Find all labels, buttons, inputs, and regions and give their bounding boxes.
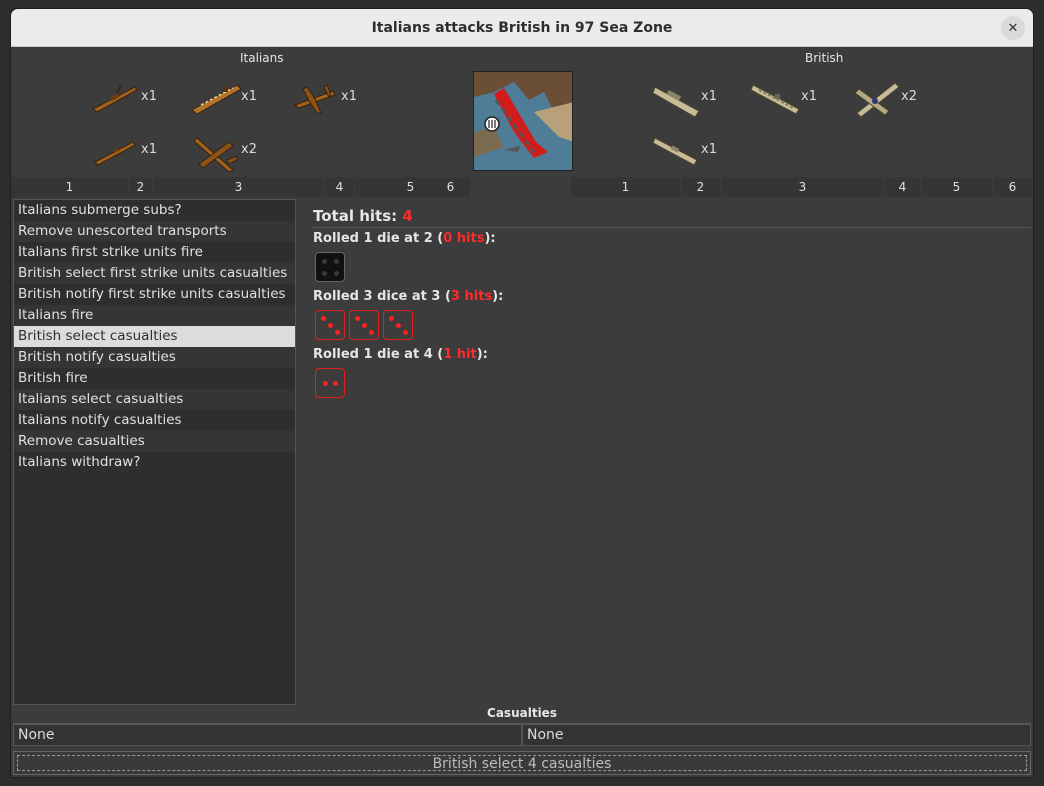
roll-suffix: ): (492, 289, 504, 304)
battle-window: Italians attacks British in 97 Sea Zone … (10, 8, 1034, 778)
die-columns-row: 1 2 3 4 5 6 1 2 3 4 5 6 (11, 177, 1033, 197)
action-button-label: British select 4 casualties (17, 755, 1027, 772)
step-item[interactable]: Italians first strike units fire (14, 242, 295, 263)
roll-hits: 3 hits (450, 289, 493, 304)
roll-prefix: Rolled 3 dice at 3 ( (313, 289, 451, 304)
unit-count: x1 (701, 89, 717, 104)
battle-steps-list[interactable]: Italians submerge subs? Remove unescorte… (13, 199, 296, 705)
attacker-die-3: 3 (153, 177, 325, 197)
sea-zone-map (473, 71, 573, 171)
defender-die-1: 1 (571, 177, 681, 197)
title-bar: Italians attacks British in 97 Sea Zone … (11, 9, 1033, 47)
step-item[interactable]: Remove unescorted transports (14, 221, 295, 242)
step-item[interactable]: Remove casualties (14, 431, 295, 452)
defender-die-2: 2 (681, 177, 721, 197)
defender-unit-transport: x1 (649, 77, 729, 123)
die-face-3 (383, 310, 413, 340)
roll-suffix: ): (476, 347, 488, 362)
unit-count: x2 (241, 142, 257, 157)
attacker-die-4: 4 (325, 177, 355, 197)
defender-die-5: 5 (921, 177, 993, 197)
unit-count: x1 (801, 89, 817, 104)
attacker-unit-carrier: x1 (189, 77, 269, 123)
battleship-icon (652, 137, 698, 166)
unit-count: x1 (241, 89, 257, 104)
defender-casualties: None (522, 724, 1031, 746)
attacker-unit-battleship: x1 (89, 77, 169, 123)
total-hits: Total hits: 4 (313, 207, 413, 225)
unit-count: x1 (341, 89, 357, 104)
defender-die-4: 4 (885, 177, 921, 197)
roll-2-label: Rolled 3 dice at 3 (3 hits): (313, 289, 503, 304)
step-item[interactable]: British select first strike units casual… (14, 263, 295, 284)
casualties-header: Casualties (13, 706, 1031, 724)
destroyer-icon (94, 141, 136, 166)
attacker-casualties: None (13, 724, 522, 746)
action-button[interactable]: British select 4 casualties (13, 751, 1031, 775)
transport-icon (652, 86, 700, 118)
casualties-panel: Casualties None None (11, 706, 1033, 748)
step-item[interactable]: Italians notify casualties (14, 410, 295, 431)
defender-die-3: 3 (721, 177, 885, 197)
unit-count: x2 (901, 89, 917, 104)
attacker-die-6: 6 (431, 177, 471, 197)
attacker-name: Italians (240, 51, 284, 65)
die-face-3 (349, 310, 379, 340)
step-item-selected[interactable]: British select casualties (14, 326, 295, 347)
close-button[interactable]: ✕ (1001, 16, 1025, 40)
attacker-unit-destroyer: x1 (89, 130, 169, 176)
fighter-icon (854, 82, 900, 118)
roll-hits: 0 hits (443, 231, 485, 246)
roll-prefix: Rolled 1 die at 2 ( (313, 231, 444, 246)
fighter-icon (193, 137, 238, 173)
defender-name: British (805, 51, 844, 65)
step-item[interactable]: British notify casualties (14, 347, 295, 368)
unit-count: x1 (141, 89, 157, 104)
carrier-icon (191, 84, 242, 115)
map-gap (471, 177, 571, 197)
die-face-2 (315, 368, 345, 398)
total-hits-value: 4 (402, 207, 413, 225)
defender-unit-fighter: x2 (849, 77, 929, 123)
roll-hits: 1 hit (443, 347, 477, 362)
defender-unit-battleship: x1 (649, 130, 729, 176)
roll-1-label: Rolled 1 die at 2 (0 hits): (313, 231, 496, 246)
close-icon: ✕ (1007, 20, 1019, 36)
attacker-die-2: 2 (129, 177, 153, 197)
carrier-icon (750, 84, 800, 115)
attacker-unit-bomber: x1 (289, 77, 369, 123)
attacker-die-1: 1 (11, 177, 129, 197)
die-face-4 (315, 252, 345, 282)
battleship-icon (92, 84, 138, 113)
step-item[interactable]: British fire (14, 368, 295, 389)
total-hits-label: Total hits: (313, 207, 398, 225)
step-item[interactable]: British notify first strike units casual… (14, 284, 295, 305)
defender-unit-carrier: x1 (749, 77, 829, 123)
units-panel: Italians British x1 x1 x1 x1 x2 x1 x1 x2… (11, 47, 1033, 199)
divider (311, 227, 1031, 228)
unit-count: x1 (141, 142, 157, 157)
roll-prefix: Rolled 1 die at 4 ( (313, 347, 444, 362)
attacker-unit-fighter: x2 (189, 130, 269, 176)
bomber-icon (293, 84, 336, 114)
map-thumbnail-icon (474, 72, 572, 170)
roll-suffix: ): (484, 231, 496, 246)
step-item[interactable]: Italians withdraw? (14, 452, 295, 473)
roll-3-label: Rolled 1 die at 4 (1 hit): (313, 347, 488, 362)
window-title: Italians attacks British in 97 Sea Zone (371, 19, 673, 36)
step-item[interactable]: Italians submerge subs? (14, 200, 295, 221)
defender-die-6: 6 (993, 177, 1033, 197)
die-face-3 (315, 310, 345, 340)
unit-count: x1 (701, 142, 717, 157)
step-item[interactable]: Italians fire (14, 305, 295, 326)
step-item[interactable]: Italians select casualties (14, 389, 295, 410)
dice-results-panel: Total hits: 4 Rolled 1 die at 2 (0 hits)… (311, 199, 1033, 705)
